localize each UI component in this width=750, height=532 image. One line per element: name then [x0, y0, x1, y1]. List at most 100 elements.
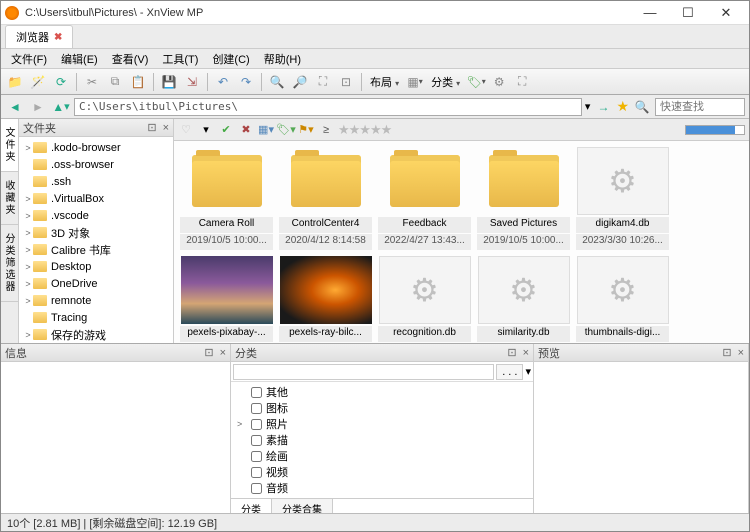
category-item[interactable]: 其他	[237, 384, 527, 400]
category-filter-input[interactable]	[233, 364, 494, 380]
address-dropdown-icon[interactable]: ▾	[585, 100, 591, 113]
settings-icon[interactable]: ⚙	[489, 72, 509, 92]
go-button[interactable]: →	[593, 97, 613, 117]
quick-search-input[interactable]	[655, 98, 745, 116]
tree-item[interactable]: .ssh	[19, 173, 173, 190]
category-filter-dropdown-icon[interactable]: ▾	[525, 365, 531, 378]
tree-item[interactable]: Tracing	[19, 309, 173, 326]
fullscreen-icon[interactable]: ⛶	[512, 72, 532, 92]
category-checkbox[interactable]	[251, 451, 262, 462]
tree-item[interactable]: >OneDrive	[19, 275, 173, 292]
rotate-left-icon[interactable]: ↶	[213, 72, 233, 92]
cat-tab-catset[interactable]: 分类合集	[272, 499, 333, 513]
pin-icon[interactable]: ⊡	[722, 346, 731, 359]
category-more-button[interactable]: . . .	[496, 364, 523, 380]
filter-icon[interactable]: ≥	[318, 122, 334, 138]
layout-dropdown[interactable]: 布局 ▾	[367, 74, 402, 90]
address-input[interactable]	[74, 98, 582, 116]
category-item[interactable]: 素描	[237, 432, 527, 448]
open-icon[interactable]: 📁	[5, 72, 25, 92]
category-list[interactable]: 其他图标>照片素描绘画视频音频	[231, 382, 533, 498]
tag-icon[interactable]: 🏷▾	[466, 72, 486, 92]
forward-button[interactable]: ►	[28, 97, 48, 117]
thumbnail-item[interactable]: Feedback2022/4/27 13:43...	[376, 145, 473, 252]
zoom-in-icon[interactable]: 🔍	[267, 72, 287, 92]
menu-view[interactable]: 查看(V)	[106, 49, 155, 69]
category-checkbox[interactable]	[251, 435, 262, 446]
flag-icon[interactable]: ⚑▾	[298, 122, 314, 138]
tree-item[interactable]: >.vscode	[19, 207, 173, 224]
thumbnail-item[interactable]: ⚙similarity.db	[475, 254, 572, 343]
check-icon[interactable]: ✔	[218, 122, 234, 138]
category-item[interactable]: 绘画	[237, 448, 527, 464]
thumbnail-item[interactable]: Camera Roll2019/10/5 10:00...	[178, 145, 275, 252]
thumbnail-item[interactable]: ControlCenter42020/4/12 8:14:58	[277, 145, 374, 252]
browser-tab[interactable]: 浏览器 ✖	[5, 25, 73, 48]
tree-item[interactable]: >.kodo-browser	[19, 139, 173, 156]
tag2-icon[interactable]: 🏷▾	[278, 122, 294, 138]
minimize-button[interactable]: —	[631, 2, 669, 24]
maximize-button[interactable]: ☐	[669, 2, 707, 24]
save-icon[interactable]: 💾	[159, 72, 179, 92]
thumbnail-item[interactable]: ⚙thumbnails-digi...	[574, 254, 671, 343]
reload-icon[interactable]: ⟳	[51, 72, 71, 92]
view-mode-icon[interactable]: ▦▾	[405, 72, 425, 92]
category-checkbox[interactable]	[251, 467, 262, 478]
wizard-icon[interactable]: 🪄	[28, 72, 48, 92]
menu-create[interactable]: 创建(C)	[206, 49, 255, 69]
up-button[interactable]: ▲▾	[51, 97, 71, 117]
rotate-right-icon[interactable]: ↷	[236, 72, 256, 92]
zoom-fit-icon[interactable]: ⛶	[313, 72, 333, 92]
thumbnail-item[interactable]: ⚙recognition.db	[376, 254, 473, 343]
side-tab-folders[interactable]: 文件夹	[1, 119, 18, 172]
thumbnail-item[interactable]: ⚙digikam4.db2023/3/30 10:26...	[574, 145, 671, 252]
category-item[interactable]: 图标	[237, 400, 527, 416]
rating-stars[interactable]: ★★★★★	[338, 122, 391, 138]
dropdown-icon[interactable]: ▾	[198, 122, 214, 138]
pin-icon[interactable]: ⊡	[147, 121, 156, 134]
category-checkbox[interactable]	[251, 483, 262, 494]
favorite-icon[interactable]: ★	[616, 98, 629, 115]
pin-icon[interactable]: ⊡	[204, 346, 213, 359]
tree-item[interactable]: >Desktop	[19, 258, 173, 275]
thumbnail-item[interactable]: Saved Pictures2019/10/5 10:00...	[475, 145, 572, 252]
panel-close-icon[interactable]: ×	[220, 347, 226, 359]
tab-close-icon[interactable]: ✖	[54, 32, 62, 43]
export-icon[interactable]: ⇲	[182, 72, 202, 92]
tree-item[interactable]: .oss-browser	[19, 156, 173, 173]
grid-icon[interactable]: ▦▾	[258, 122, 274, 138]
thumbnail-grid[interactable]: Camera Roll2019/10/5 10:00...ControlCent…	[174, 141, 749, 343]
panel-close-icon[interactable]: ×	[163, 122, 169, 134]
menu-file[interactable]: 文件(F)	[5, 49, 53, 69]
cat-tab-category[interactable]: 分类	[231, 499, 272, 513]
category-checkbox[interactable]	[251, 419, 262, 430]
search-icon[interactable]: 🔍	[632, 97, 652, 117]
side-tab-filter[interactable]: 分类筛选器	[1, 225, 18, 302]
zoom-actual-icon[interactable]: ⊡	[336, 72, 356, 92]
thumbnail-item[interactable]: pexels-ray-bilc...	[277, 254, 374, 343]
menu-tools[interactable]: 工具(T)	[156, 49, 204, 69]
tree-item[interactable]: >3D 对象	[19, 224, 173, 241]
folder-tree[interactable]: >.kodo-browser.oss-browser.ssh>.VirtualB…	[19, 137, 173, 343]
panel-close-icon[interactable]: ×	[523, 347, 529, 359]
category-item[interactable]: 视频	[237, 464, 527, 480]
tree-item[interactable]: >.VirtualBox	[19, 190, 173, 207]
cut-icon[interactable]: ✂	[82, 72, 102, 92]
category-checkbox[interactable]	[251, 403, 262, 414]
category-item[interactable]: 音频	[237, 480, 527, 496]
tree-item[interactable]: >保存的游戏	[19, 326, 173, 343]
menu-edit[interactable]: 编辑(E)	[55, 49, 104, 69]
sort-dropdown[interactable]: 分类 ▾	[428, 74, 463, 90]
back-button[interactable]: ◄	[5, 97, 25, 117]
menu-help[interactable]: 帮助(H)	[258, 49, 307, 69]
thumbnail-item[interactable]: pexels-pixabay-...	[178, 254, 275, 343]
heart-icon[interactable]: ♡	[178, 122, 194, 138]
category-checkbox[interactable]	[251, 387, 262, 398]
copy-icon[interactable]: ⧉	[105, 72, 125, 92]
side-tab-favorites[interactable]: 收藏夹	[1, 172, 18, 225]
tree-item[interactable]: >Calibre 书库	[19, 241, 173, 258]
pin-icon[interactable]: ⊡	[507, 346, 516, 359]
tree-item[interactable]: >remnote	[19, 292, 173, 309]
zoom-out-icon[interactable]: 🔎	[290, 72, 310, 92]
panel-close-icon[interactable]: ×	[738, 347, 744, 359]
